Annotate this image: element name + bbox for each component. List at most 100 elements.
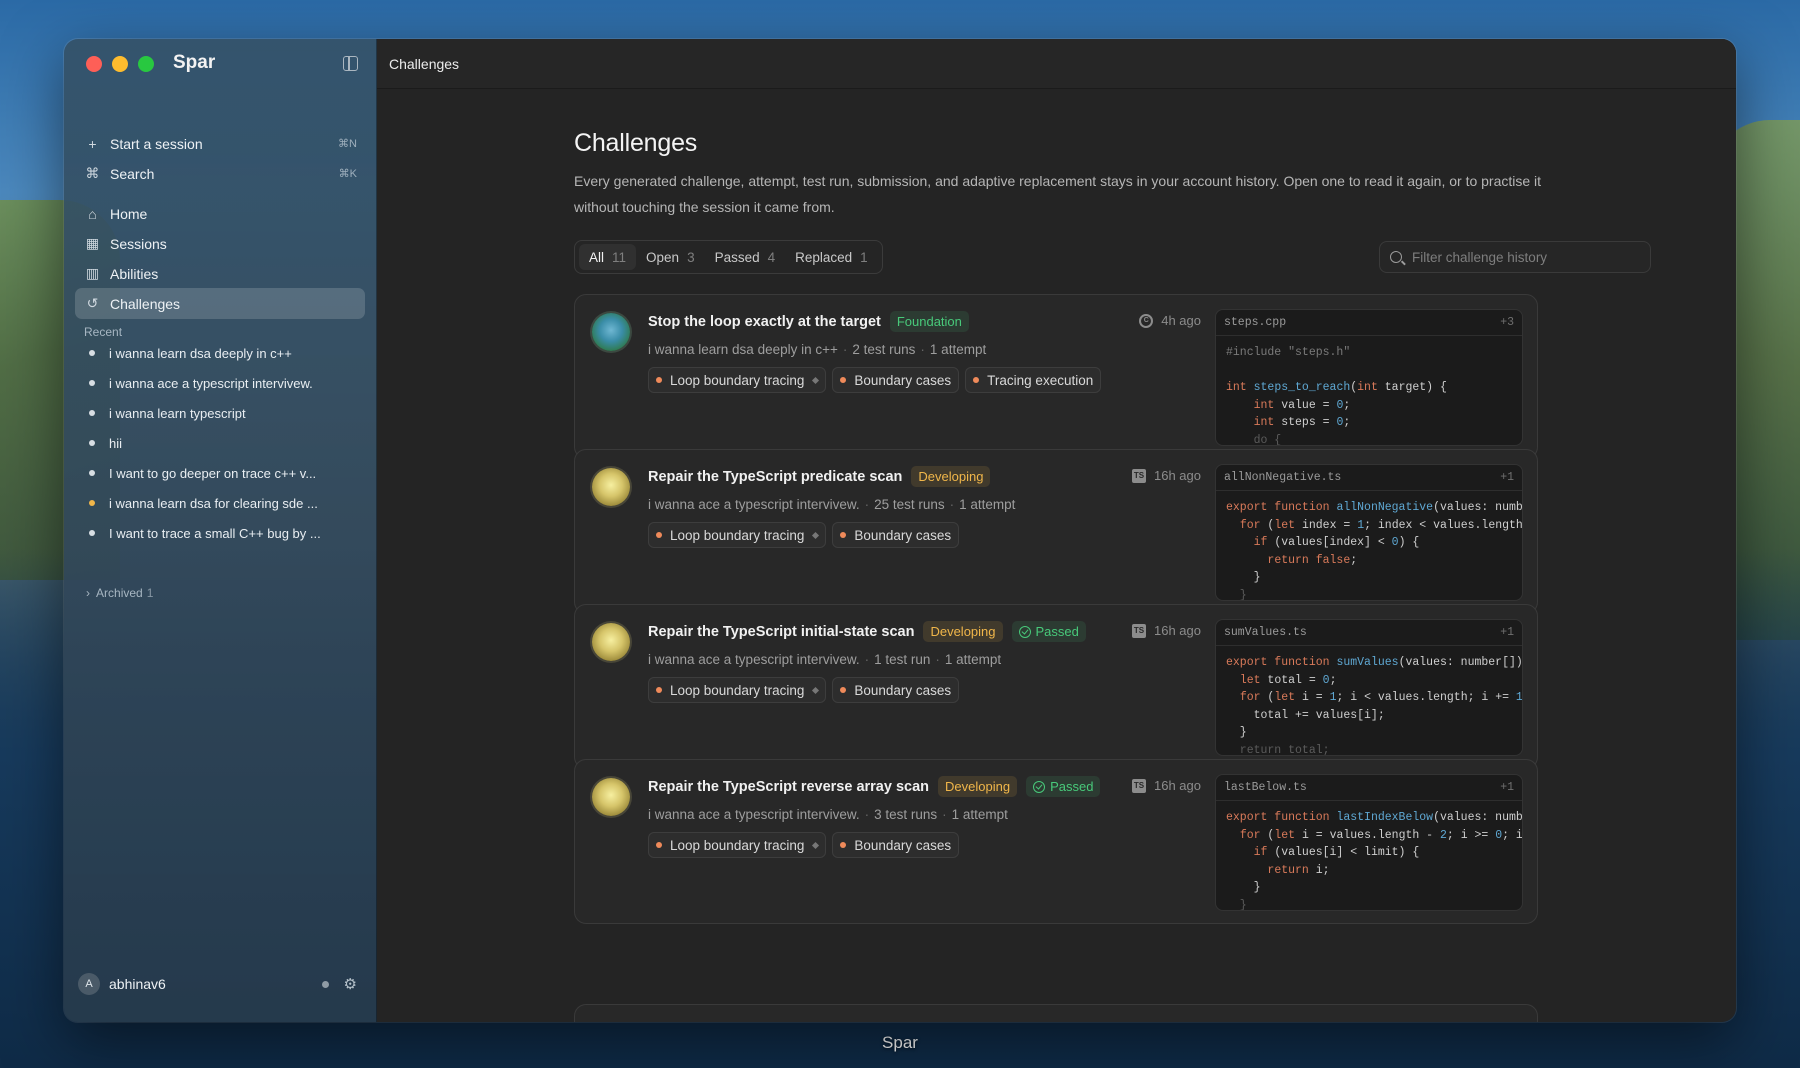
challenge-orb-icon [592, 778, 630, 816]
challenge-card-partial[interactable] [574, 1004, 1538, 1022]
sidebar: Spar + Start a session ⌘N ⌘ Search ⌘K ⌂ … [64, 39, 377, 1022]
recent-session-item[interactable]: i wanna learn dsa for clearing sde ... [75, 489, 365, 517]
code-filename: sumValues.ts [1224, 626, 1307, 639]
challenge-time: TS 16h ago [1132, 468, 1201, 483]
code-preview: sumValues.ts +1 export function sumValues… [1215, 619, 1523, 756]
recent-session-item[interactable]: i wanna ace a typescript intervivew. [75, 369, 365, 397]
code-snippet: export function sumValues(values: number… [1226, 656, 1523, 756]
sidebar-item-abilities[interactable]: ▥ Abilities [75, 258, 365, 289]
search-button[interactable]: ⌘ Search ⌘K [75, 158, 365, 189]
window-controls [86, 56, 154, 72]
chevron-right-icon: › [86, 586, 90, 600]
skill-chips: Loop boundary tracing Boundary cases [648, 677, 960, 703]
home-icon: ⌂ [88, 205, 97, 222]
skill-chips: Loop boundary tracing Boundary cases [648, 522, 960, 548]
code-snippet: export function allNonNegative(values: n… [1226, 501, 1523, 601]
challenge-title: Stop the loop exactly at the target [648, 313, 881, 330]
skill-chips: Loop boundary tracing Boundary cases [648, 832, 960, 858]
level-badge: Developing [923, 621, 1003, 642]
diamond-icon [812, 841, 820, 849]
avatar: A [78, 973, 100, 995]
plus-icon: + [88, 135, 97, 152]
recent-session-item[interactable]: i wanna learn dsa deeply in c++ [75, 339, 365, 367]
code-preview: steps.cpp +3 #include "steps.h" int steps… [1215, 309, 1523, 446]
topbar: Challenges [377, 39, 1736, 89]
skill-chip[interactable]: Loop boundary tracing [648, 367, 827, 393]
filter-search-box [1379, 241, 1651, 273]
minimize-window-button[interactable] [112, 56, 128, 72]
user-name: abhinav6 [109, 976, 166, 992]
recent-session-item[interactable]: i wanna learn typescript [75, 399, 365, 427]
start-session-button[interactable]: + Start a session ⌘N [75, 128, 365, 159]
challenge-orb-icon [592, 468, 630, 506]
tab-passed[interactable]: Passed 4 [705, 244, 786, 270]
page-description: Every generated challenge, attempt, test… [574, 173, 1542, 215]
challenge-orb-icon [592, 313, 630, 351]
recent-session-item[interactable]: I want to go deeper on trace c++ v... [75, 459, 365, 487]
skill-chip[interactable]: Tracing execution [965, 367, 1102, 393]
filter-search-input[interactable] [1412, 249, 1632, 265]
code-filename: allNonNegative.ts [1224, 471, 1342, 484]
code-preview: lastBelow.ts +1 export function lastIndex… [1215, 774, 1523, 911]
cpp-language-icon: C [1139, 313, 1154, 328]
archived-toggle[interactable]: › Archived 1 [86, 586, 153, 600]
diamond-icon [812, 376, 820, 384]
level-badge: Developing [938, 776, 1018, 797]
challenge-card[interactable]: Repair the TypeScript predicate scan Dev… [574, 449, 1538, 614]
status-indicator [322, 980, 329, 988]
code-snippet: #include "steps.h" int steps_to_reach(in… [1226, 346, 1447, 446]
challenge-meta: i wanna learn dsa deeply in c++ · 2 test r… [648, 342, 987, 357]
close-window-button[interactable] [86, 56, 102, 72]
challenge-meta: i wanna ace a typescript intervivew. · 3 t… [648, 807, 1008, 822]
sidebar-item-sessions[interactable]: ▦ Sessions [75, 228, 365, 259]
challenge-card[interactable]: Repair the TypeScript reverse array scan… [574, 759, 1538, 924]
sidebar-item-home[interactable]: ⌂ Home [75, 198, 365, 229]
status-dot [89, 500, 95, 506]
level-badge: Developing [911, 466, 991, 487]
user-profile[interactable]: A abhinav6 ⚙ [78, 969, 363, 999]
dock-app-label: Spar [882, 1033, 918, 1052]
skill-chip[interactable]: Boundary cases [832, 367, 960, 393]
sidebar-item-challenges[interactable]: ↺ Challenges [75, 288, 365, 319]
search-icon [1390, 251, 1402, 263]
check-circle-icon [1018, 625, 1031, 638]
level-badge: Foundation [889, 311, 969, 332]
app-window: Spar + Start a session ⌘N ⌘ Search ⌘K ⌂ … [64, 39, 1736, 1022]
challenge-time: TS 16h ago [1132, 623, 1201, 638]
challenge-card[interactable]: Stop the loop exactly at the target Foun… [574, 294, 1538, 459]
skill-chip[interactable]: Loop boundary tracing [648, 677, 827, 703]
brand-logo: Spar [173, 52, 216, 73]
typescript-language-icon: TS [1132, 623, 1146, 638]
challenge-time: C 4h ago [1139, 313, 1201, 328]
code-filename: lastBelow.ts [1224, 781, 1307, 794]
sidebar-toggle-icon[interactable] [343, 56, 358, 71]
skill-chips: Loop boundary tracing Boundary cases Tra… [648, 367, 1102, 393]
challenge-card[interactable]: Repair the TypeScript initial-state scan… [574, 604, 1538, 769]
skill-chip[interactable]: Boundary cases [832, 522, 960, 548]
challenge-title: Repair the TypeScript predicate scan [648, 468, 903, 485]
skill-chip[interactable]: Boundary cases [832, 832, 960, 858]
tab-replaced[interactable]: Replaced 1 [785, 244, 878, 270]
tab-all[interactable]: All 11 [579, 244, 637, 270]
zoom-window-button[interactable] [138, 56, 154, 72]
diamond-icon [812, 686, 820, 694]
recent-session-item[interactable]: hii [75, 429, 365, 457]
topbar-title: Challenges [389, 55, 460, 72]
passed-badge: Passed [1011, 621, 1086, 642]
tab-open[interactable]: Open 3 [636, 244, 705, 270]
diamond-icon [812, 531, 820, 539]
skill-chip[interactable]: Boundary cases [832, 677, 960, 703]
challenge-title: Repair the TypeScript reverse array scan [648, 778, 930, 795]
code-preview: allNonNegative.ts +1 export function allN… [1215, 464, 1523, 601]
code-snippet: export function lastIndexBelow(values: n… [1226, 811, 1523, 911]
challenge-orb-icon [592, 623, 630, 661]
history-icon: ↺ [86, 295, 99, 311]
main-content: Challenges Challenges Every generated ch… [377, 39, 1736, 1022]
skill-chip[interactable]: Loop boundary tracing [648, 522, 827, 548]
challenge-time: TS 16h ago [1132, 778, 1201, 793]
page-title: Challenges [574, 129, 698, 157]
filter-tabs: All 11 Open 3 Passed 4 Replaced 1 [574, 240, 883, 274]
skill-chip[interactable]: Loop boundary tracing [648, 832, 827, 858]
recent-session-item[interactable]: I want to trace a small C++ bug by ... [75, 519, 365, 547]
gear-icon[interactable]: ⚙ [344, 975, 357, 993]
